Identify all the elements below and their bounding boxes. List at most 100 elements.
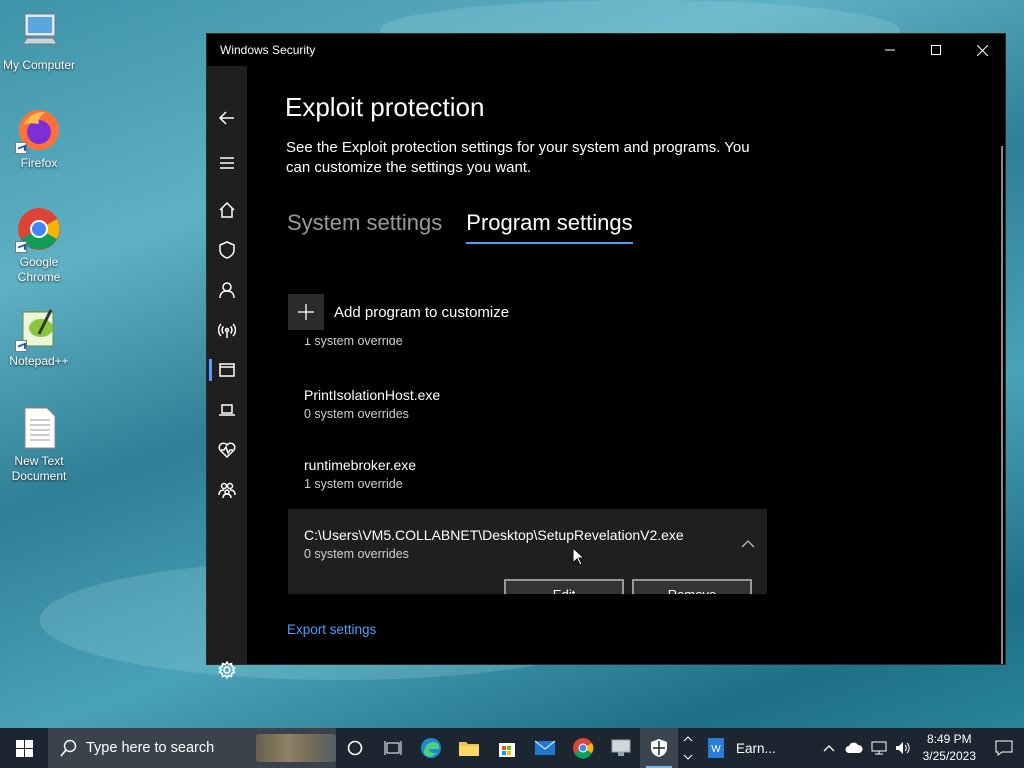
shortcut-arrow-icon <box>15 340 27 352</box>
clock-time: 8:49 PM <box>926 732 972 746</box>
file-explorer-icon <box>459 742 479 756</box>
hamburger-menu-icon <box>220 157 234 169</box>
windows-logo-icon <box>15 739 33 757</box>
desktop-icon-firefox[interactable]: Firefox <box>0 106 78 171</box>
task-view-button[interactable] <box>374 728 412 768</box>
sidebar-item-virus-protection[interactable] <box>207 232 247 268</box>
chrome-icon <box>573 738 594 759</box>
maximize-icon <box>931 45 941 55</box>
computer-icon <box>15 8 63 56</box>
windows-security-taskbar-button[interactable] <box>640 728 678 768</box>
list-item[interactable]: 1 system override <box>288 338 767 348</box>
add-program-button[interactable]: Add program to customize <box>288 294 509 330</box>
taskbar-scroll-arrows[interactable] <box>678 728 698 768</box>
desktop-icon-google-chrome[interactable]: Google Chrome <box>0 205 78 285</box>
notepad-plus-plus-icon <box>15 304 63 352</box>
app-browser-icon <box>219 363 235 377</box>
chrome-taskbar-button[interactable] <box>564 728 602 768</box>
minimize-button[interactable] <box>867 34 913 66</box>
notification-icon <box>995 740 1013 756</box>
maximize-button[interactable] <box>913 34 959 66</box>
plus-icon <box>288 294 324 330</box>
action-center-button[interactable] <box>984 728 1024 768</box>
clock-date: 3/25/2023 <box>922 749 976 763</box>
network-drive-icon <box>611 739 631 756</box>
store-icon <box>499 743 515 757</box>
menu-button[interactable] <box>207 145 247 181</box>
list-item-selected[interactable]: C:\Users\VM5.COLLABNET\Desktop\SetupReve… <box>288 509 767 594</box>
chrome-icon <box>15 205 63 253</box>
program-name: PrintIsolationHost.exe <box>304 387 441 403</box>
sidebar-item-settings[interactable] <box>207 652 247 688</box>
list-item[interactable]: runtimebroker.exe 1 system override <box>288 457 767 491</box>
windows-security-window: Windows Security Exploit protection See … <box>206 33 1006 679</box>
sidebar-item-device-security[interactable] <box>207 392 247 428</box>
taskbar-clock[interactable]: 8:49 PM 3/25/2023 <box>915 731 984 765</box>
chevron-up-icon <box>823 745 835 752</box>
sidebar-item-home[interactable] <box>207 192 247 228</box>
tab-system-settings[interactable]: System settings <box>287 210 442 244</box>
edge-taskbar-button[interactable] <box>412 728 450 768</box>
program-name: C:\Users\VM5.COLLABNET\Desktop\SetupReve… <box>304 527 684 543</box>
cloud-icon <box>845 742 863 753</box>
sidebar-item-device-performance[interactable] <box>207 432 247 468</box>
program-list: 1 system override PrintIsolationHost.exe… <box>288 338 767 594</box>
desktop-icon-label: My Computer <box>2 58 76 72</box>
settings-tabs: System settings Program settings <box>287 210 633 244</box>
mail-icon <box>534 740 556 755</box>
remove-button[interactable]: Remove <box>632 579 752 594</box>
program-name: runtimebroker.exe <box>304 457 417 473</box>
taskbar-search-box[interactable]: Type here to search <box>48 728 336 768</box>
edit-button[interactable]: Edit <box>504 579 624 594</box>
program-overrides: 0 system overrides <box>304 547 409 561</box>
word-document-icon: W <box>708 738 724 758</box>
store-taskbar-button[interactable] <box>488 728 526 768</box>
wireless-icon <box>218 323 236 338</box>
mail-taskbar-button[interactable] <box>526 728 564 768</box>
mouse-cursor-icon <box>573 548 585 566</box>
desktop-icon-label: Firefox <box>20 156 58 170</box>
shortcut-arrow-icon <box>15 241 27 253</box>
speaker-icon <box>895 742 910 754</box>
chevron-up-down-icon <box>683 736 693 760</box>
sidebar-item-firewall[interactable] <box>207 312 247 348</box>
cortana-button[interactable] <box>336 728 374 768</box>
family-icon <box>218 482 236 499</box>
scrollbar[interactable] <box>1001 146 1003 664</box>
text-document-icon <box>15 404 63 452</box>
onedrive-button[interactable] <box>841 728 867 768</box>
sidebar-item-family-options[interactable] <box>207 472 247 508</box>
close-button[interactable] <box>959 34 1005 66</box>
list-item[interactable]: PrintIsolationHost.exe 0 system override… <box>288 387 767 421</box>
svg-text:W: W <box>711 744 721 755</box>
program-overrides: 0 system overrides <box>304 407 409 421</box>
search-highlight-image <box>256 734 336 762</box>
program-overrides: 1 system override <box>304 477 403 491</box>
show-hidden-icons-button[interactable] <box>817 728 841 768</box>
back-button[interactable] <box>207 100 247 136</box>
start-button[interactable] <box>0 728 48 768</box>
tab-program-settings[interactable]: Program settings <box>466 210 633 244</box>
title-bar[interactable]: Windows Security <box>207 34 1005 66</box>
sidebar-item-account-protection[interactable] <box>207 272 247 308</box>
desktop-icon-notepad-plus-plus[interactable]: Notepad++ <box>0 304 78 369</box>
file-explorer-taskbar-button[interactable] <box>450 728 488 768</box>
search-icon <box>60 739 77 757</box>
export-settings-link[interactable]: Export settings <box>287 622 376 637</box>
desktop-icon-my-computer[interactable]: My Computer <box>0 8 78 73</box>
program-overrides: 1 system override <box>304 338 403 348</box>
gear-icon <box>218 661 236 679</box>
windows-security-icon <box>651 739 667 757</box>
sidebar-item-app-browser-control[interactable] <box>207 352 247 388</box>
volume-button[interactable] <box>891 728 915 768</box>
network-button[interactable] <box>867 728 891 768</box>
desktop-icon-new-text-document[interactable]: New Text Document <box>0 404 78 484</box>
firefox-icon <box>15 106 63 154</box>
person-icon <box>219 282 235 299</box>
page-description: See the Exploit protection settings for … <box>286 139 750 176</box>
chevron-up-icon[interactable] <box>741 537 755 551</box>
network-icon <box>871 741 887 755</box>
running-app-button[interactable]: W Earn... <box>698 728 784 768</box>
main-content: Exploit protection See the Exploit prote… <box>247 66 1005 664</box>
network-drive-taskbar-button[interactable] <box>602 728 640 768</box>
